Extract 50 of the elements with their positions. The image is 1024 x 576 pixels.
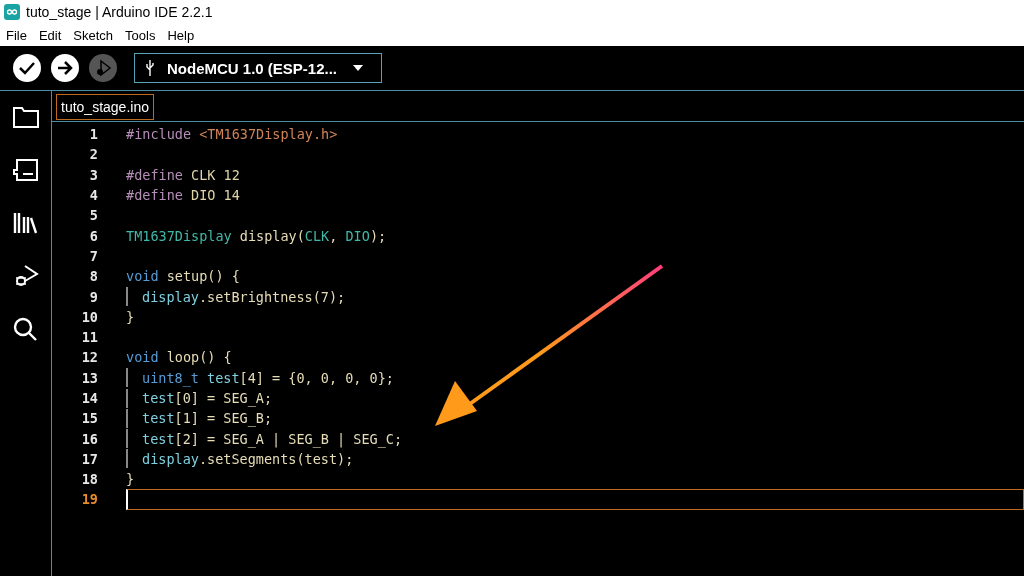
code-line: }: [126, 308, 135, 325]
code-line: test[2] = SEG_A | SEG_B | SEG_C;: [142, 430, 403, 447]
file-tab[interactable]: tuto_stage.ino: [56, 94, 154, 120]
code-line: void setup() {: [126, 268, 240, 285]
line-number: 4: [88, 187, 98, 204]
code-line: display.setBrightness(7);: [142, 288, 346, 305]
line-number: 19: [80, 491, 98, 508]
code-line: }: [126, 471, 135, 488]
window-title: tuto_stage | Arduino IDE 2.2.1: [26, 4, 213, 20]
usb-icon: [145, 60, 155, 76]
app-logo-icon: [4, 4, 20, 20]
code-line: test[1] = SEG_B;: [142, 410, 273, 427]
line-number: 5: [88, 207, 98, 224]
verify-button[interactable]: [12, 53, 42, 83]
line-number: 14: [80, 390, 98, 406]
line-number: 8: [88, 268, 98, 285]
line-number: 16: [80, 430, 98, 447]
code-line: TM1637Display display(CLK, DIO);: [126, 227, 387, 244]
line-number: 18: [80, 471, 98, 488]
code-line: #define CLK 12: [126, 166, 240, 183]
line-number: 10: [80, 308, 98, 325]
code-line: test[0] = SEG_A;: [142, 390, 273, 406]
line-number: 13: [80, 369, 98, 386]
line-number: 17: [80, 450, 98, 467]
menu-item[interactable]: Help: [167, 27, 195, 43]
code-line: display.setSegments(test);: [142, 450, 354, 467]
library-icon[interactable]: [12, 211, 39, 235]
search-icon[interactable]: [12, 317, 39, 341]
upload-button[interactable]: [50, 53, 80, 83]
line-number: 7: [88, 247, 98, 264]
line-number: 9: [88, 288, 98, 305]
board-selector[interactable]: NodeMCU 1.0 (ESP-12...: [134, 53, 382, 83]
code-line: #define DIO 14: [126, 187, 240, 204]
line-number: 12: [80, 349, 98, 366]
line-number: 2: [88, 146, 98, 163]
menu-item[interactable]: Sketch: [73, 27, 114, 43]
line-number: 15: [80, 410, 98, 427]
line-number: 11: [80, 329, 98, 346]
caret-icon: [353, 65, 364, 71]
menu-item[interactable]: Tools: [125, 27, 156, 43]
menu-item[interactable]: File: [6, 27, 27, 43]
board-icon[interactable]: [12, 158, 39, 182]
line-number: 1: [88, 126, 98, 143]
folder-icon[interactable]: [12, 105, 39, 129]
menu-item[interactable]: Edit: [38, 27, 62, 43]
code-line: uint8_t test[4] = {0, 0, 0, 0};: [142, 369, 394, 386]
code-line: #include <TM1637Display.h>: [126, 126, 338, 143]
line-number: 3: [88, 166, 98, 183]
line-number: 6: [88, 227, 98, 244]
code-line: void loop() {: [126, 349, 232, 366]
